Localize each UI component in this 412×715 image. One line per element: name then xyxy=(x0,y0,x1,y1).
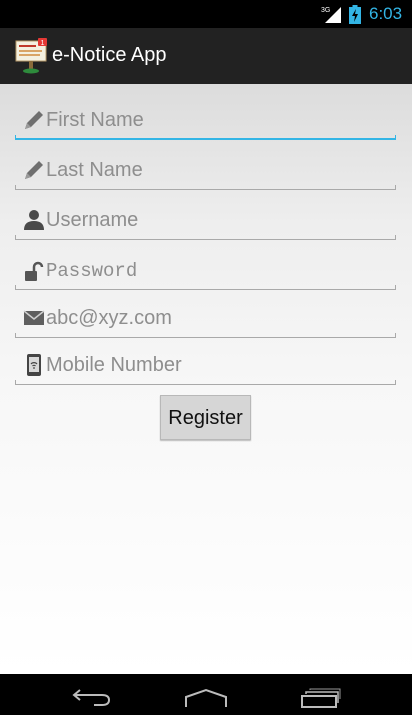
home-icon[interactable] xyxy=(184,688,228,708)
app-title: e-Notice App xyxy=(52,44,167,66)
unlocked-padlock-icon xyxy=(25,261,44,281)
password-field[interactable]: Password xyxy=(15,246,396,290)
email-placeholder: abc@xyz.com xyxy=(46,307,172,329)
username-placeholder: Username xyxy=(46,209,139,231)
first-name-field[interactable]: First Name xyxy=(15,96,396,140)
last-name-field[interactable]: Last Name xyxy=(15,146,396,190)
network-type-label: 3G xyxy=(321,7,330,14)
registration-form: First Name Last Name Username Password a xyxy=(0,84,412,674)
last-name-placeholder: Last Name xyxy=(46,159,143,181)
navigation-bar xyxy=(0,674,412,715)
mobile-number-placeholder: Mobile Number xyxy=(46,354,182,376)
person-icon xyxy=(24,210,44,230)
notice-board-icon: 1 xyxy=(15,38,47,74)
pencil-icon xyxy=(25,161,43,179)
back-icon[interactable] xyxy=(72,688,112,706)
svg-text:1: 1 xyxy=(41,40,45,47)
first-name-placeholder: First Name xyxy=(46,109,144,131)
register-button[interactable]: Register xyxy=(160,395,251,440)
recent-apps-icon[interactable] xyxy=(300,688,342,708)
username-field[interactable]: Username xyxy=(15,196,396,240)
status-clock: 6:03 xyxy=(369,4,403,23)
battery-charging-icon xyxy=(349,5,361,24)
status-bar: 3G 6:03 xyxy=(0,0,412,28)
mobile-number-field[interactable]: Mobile Number xyxy=(15,341,396,385)
action-bar: 1 e-Notice App xyxy=(0,28,412,84)
mobile-phone-icon xyxy=(27,354,41,376)
email-field[interactable]: abc@xyz.com xyxy=(15,294,396,338)
signal-3g-icon: 3G xyxy=(321,7,341,23)
envelope-icon xyxy=(23,310,45,325)
password-placeholder: Password xyxy=(46,260,138,282)
pencil-icon xyxy=(25,111,43,129)
